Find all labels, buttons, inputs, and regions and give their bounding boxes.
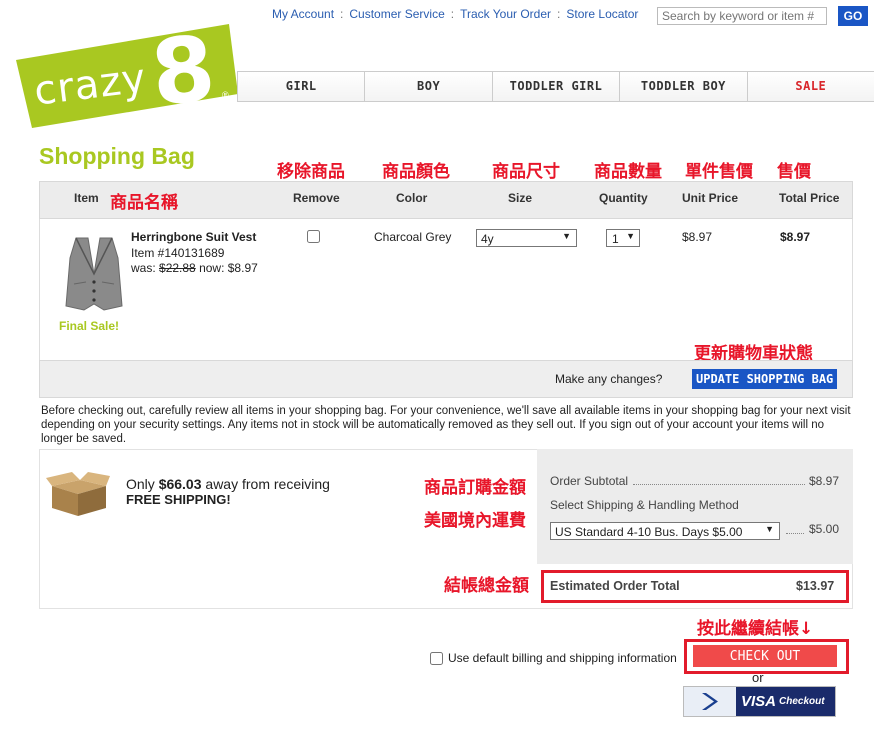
total-price: $8.97	[780, 230, 811, 244]
search-input[interactable]	[657, 7, 827, 25]
quantity-value: 1	[612, 232, 619, 246]
store-locator-link[interactable]: Store Locator	[566, 7, 638, 21]
free-shipping-amount: $66.03	[158, 476, 202, 492]
annotation-size: 商品尺寸	[492, 162, 560, 182]
was-label: was:	[131, 261, 156, 275]
annotation-remove: 移除商品	[277, 162, 345, 182]
shipping-method-label: Select Shipping & Handling Method	[550, 498, 739, 512]
item-name-link[interactable]: Herringbone Suit Vest	[131, 230, 256, 244]
make-changes-prompt: Make any changes?	[555, 372, 663, 386]
size-select[interactable]: 4y ▼	[476, 229, 577, 247]
nav-sale[interactable]: SALE	[746, 72, 874, 101]
was-price: $22.88	[159, 261, 196, 275]
shipping-option: US Standard 4-10 Bus. Days $5.00	[555, 525, 743, 539]
annotation-order-total: 結帳總金額	[444, 576, 529, 596]
subtotal-value: $8.97	[809, 474, 840, 488]
logo-numeral: 8	[146, 16, 220, 127]
order-total-label: Estimated Order Total	[550, 579, 680, 593]
item-color: Charcoal Grey	[374, 230, 452, 244]
free-shipping-suffix: away from receiving	[201, 476, 330, 492]
update-shopping-bag-button[interactable]: UPDATE SHOPPING BAG	[692, 369, 838, 389]
shipping-method-select[interactable]: US Standard 4-10 Bus. Days $5.00 ▼	[550, 522, 780, 540]
annotation-color: 商品顏色	[382, 162, 450, 182]
subtotal-leader	[633, 484, 805, 485]
nav-toddler-girl[interactable]: TODDLER GIRL	[491, 72, 619, 101]
order-total-value: $13.97	[796, 579, 835, 593]
search-go-button[interactable]: GO	[838, 6, 868, 26]
annotation-quantity: 商品數量	[594, 162, 662, 182]
col-unit-price: Unit Price	[682, 191, 739, 205]
col-item: Item	[74, 191, 99, 205]
annotation-subtotal: 商品訂購金額	[424, 478, 526, 498]
nav-girl[interactable]: GIRL	[237, 72, 364, 101]
annotation-total-price: 售價	[777, 162, 811, 182]
col-quantity: Quantity	[599, 191, 648, 205]
col-remove: Remove	[293, 191, 340, 205]
col-color: Color	[396, 191, 428, 205]
review-notice: Before checking out, carefully review al…	[41, 405, 851, 445]
crazy8-logo[interactable]: crazy 8 ®	[14, 16, 239, 132]
free-shipping-line1: Only $66.03 away from receiving	[126, 476, 330, 492]
main-nav: GIRL BOY TODDLER GIRL TODDLER BOY SALE	[237, 71, 874, 102]
top-links: My Account: Customer Service: Track Your O…	[272, 7, 639, 21]
annotation-checkout: 按此繼續結帳↓	[697, 619, 814, 639]
nav-boy[interactable]: BOY	[364, 72, 491, 101]
visa-text: VISA	[741, 693, 777, 710]
registered-mark: ®	[222, 90, 229, 100]
product-image[interactable]	[60, 234, 128, 314]
box-icon	[46, 470, 110, 518]
nav-toddler-boy[interactable]: TODDLER BOY	[619, 72, 746, 101]
my-account-link[interactable]: My Account	[272, 7, 334, 21]
shipping-leader	[786, 533, 804, 534]
item-price-line: was: $22.88 now: $8.97	[131, 261, 258, 275]
remove-checkbox[interactable]	[307, 230, 320, 243]
now-price: now: $8.97	[199, 261, 258, 275]
annotation-unit-price: 單件售價	[685, 162, 753, 182]
default-billing-label: Use default billing and shipping informa…	[448, 651, 677, 665]
or-label: or	[752, 670, 764, 685]
quantity-select[interactable]: 1 ▼	[606, 229, 640, 247]
chevron-down-icon: ▼	[765, 524, 774, 534]
visa-checkout-label: VISA Checkout	[736, 687, 835, 716]
checkout-button[interactable]: CHECK OUT	[693, 645, 837, 667]
item-number: Item #140131689	[131, 246, 225, 260]
size-value: 4y	[481, 232, 494, 246]
subtotal-label: Order Subtotal	[550, 474, 629, 488]
col-total-price: Total Price	[779, 191, 840, 205]
annotation-item-name: 商品名稱	[110, 193, 178, 213]
final-sale-label: Final Sale!	[59, 319, 120, 333]
free-shipping-line2: FREE SHIPPING!	[126, 492, 231, 507]
free-shipping-prefix: Only	[126, 476, 159, 492]
col-size: Size	[508, 191, 533, 205]
visa-checkout-text: Checkout	[779, 696, 825, 707]
unit-price: $8.97	[682, 230, 713, 244]
shipping-value: $5.00	[809, 522, 840, 536]
page-title: Shopping Bag	[39, 143, 195, 169]
chevron-down-icon: ▼	[562, 231, 571, 241]
chevron-down-icon: ▼	[626, 231, 635, 241]
visa-chevron-icon	[684, 687, 734, 716]
track-order-link[interactable]: Track Your Order	[460, 7, 551, 21]
customer-service-link[interactable]: Customer Service	[349, 7, 444, 21]
annotation-shipping: 美國境內運費	[424, 511, 526, 531]
default-billing-checkbox[interactable]	[430, 652, 443, 665]
visa-checkout-button[interactable]: VISA Checkout	[683, 686, 836, 717]
